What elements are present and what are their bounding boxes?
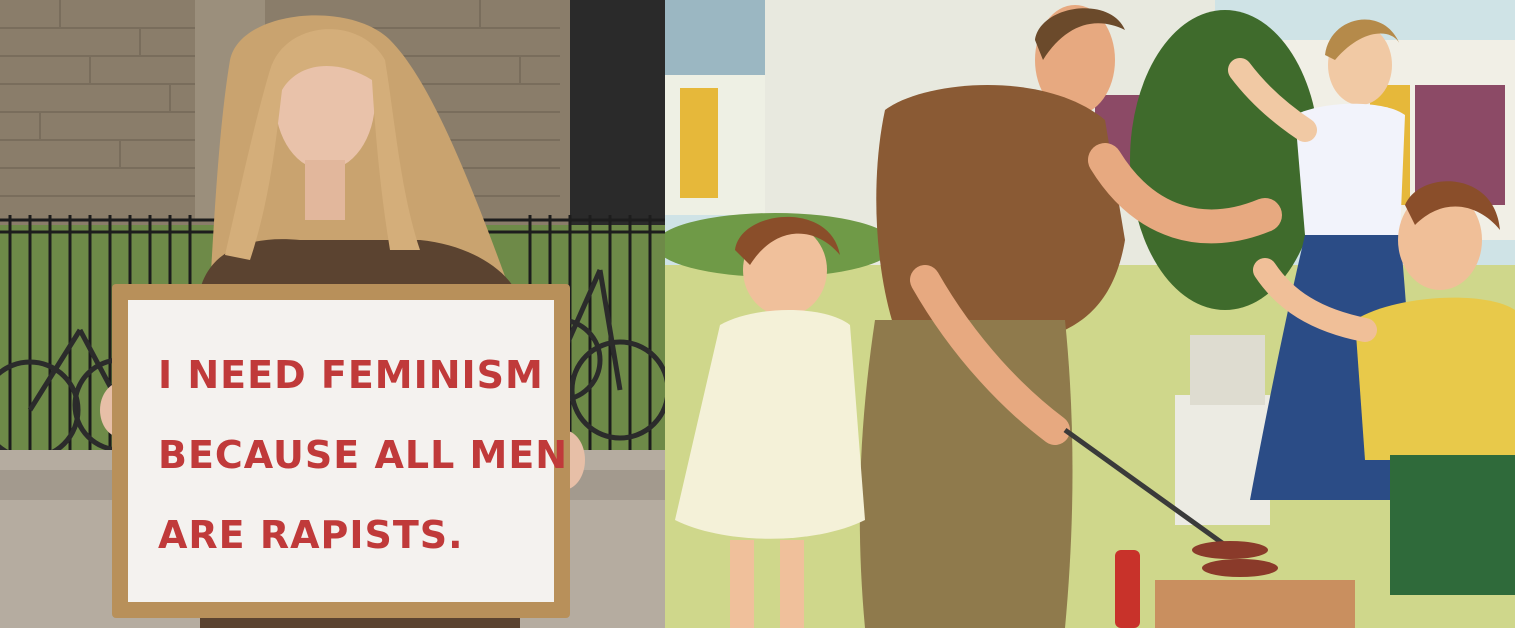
father-shirt	[876, 85, 1125, 330]
hotdog-1	[1192, 541, 1268, 559]
ketchup-bottle	[1115, 550, 1140, 628]
dark-window	[570, 0, 665, 230]
right-illustration	[665, 0, 1515, 628]
house-left-shutter	[680, 88, 718, 198]
boy-shirt	[1355, 297, 1515, 460]
girl-leg-right	[780, 540, 804, 628]
father-trousers	[859, 320, 1073, 628]
collage: I NEED FEMINISM BECAUSE ALL MEN ARE RAPI…	[0, 0, 1515, 628]
left-photo: I NEED FEMINISM BECAUSE ALL MEN ARE RAPI…	[0, 0, 665, 628]
sign-line-3: ARE RAPISTS.	[158, 513, 464, 557]
sign-line-1: I NEED FEMINISM	[158, 353, 544, 397]
hotdog-2	[1202, 559, 1278, 577]
neck	[305, 160, 345, 220]
planter-pot	[1190, 335, 1265, 405]
planter	[1175, 395, 1270, 525]
girl-leg-left	[730, 540, 754, 628]
right-illustration-art	[665, 0, 1515, 628]
grill	[1155, 580, 1355, 628]
boy-shorts	[1390, 455, 1515, 595]
left-photo-art: I NEED FEMINISM BECAUSE ALL MEN ARE RAPI…	[0, 0, 665, 628]
tree	[1130, 10, 1320, 310]
sign-line-2: BECAUSE ALL MEN	[158, 433, 568, 477]
